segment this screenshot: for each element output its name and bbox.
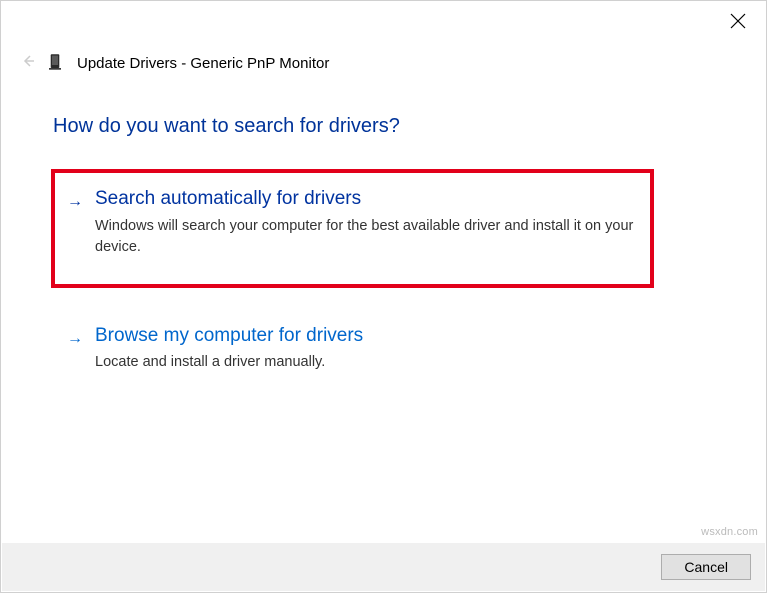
close-button[interactable] <box>730 13 746 29</box>
dialog-footer: Cancel <box>2 543 765 591</box>
option-body: Search automatically for drivers Windows… <box>95 187 634 258</box>
option-browse-computer[interactable]: → Browse my computer for drivers Locate … <box>51 306 654 400</box>
monitor-icon <box>49 53 63 73</box>
dialog-header: Update Drivers - Generic PnP Monitor <box>21 53 736 73</box>
option-title: Search automatically for drivers <box>95 187 634 212</box>
cancel-button[interactable]: Cancel <box>661 554 751 580</box>
dialog-title: Update Drivers - Generic PnP Monitor <box>77 55 329 72</box>
back-arrow-icon[interactable] <box>21 54 35 73</box>
arrow-right-icon: → <box>67 189 83 215</box>
close-icon <box>730 13 746 29</box>
options-list: → Search automatically for drivers Windo… <box>51 169 654 417</box>
option-description: Locate and install a driver manually. <box>95 352 634 373</box>
arrow-right-icon: → <box>67 326 83 352</box>
option-search-automatically[interactable]: → Search automatically for drivers Windo… <box>51 169 654 288</box>
option-title: Browse my computer for drivers <box>95 324 634 349</box>
option-description: Windows will search your computer for th… <box>95 216 634 258</box>
option-body: Browse my computer for drivers Locate an… <box>95 324 634 374</box>
page-heading: How do you want to search for drivers? <box>53 115 400 138</box>
watermark: wsxdn.com <box>701 526 758 538</box>
driver-update-dialog: Update Drivers - Generic PnP Monitor How… <box>0 0 767 593</box>
